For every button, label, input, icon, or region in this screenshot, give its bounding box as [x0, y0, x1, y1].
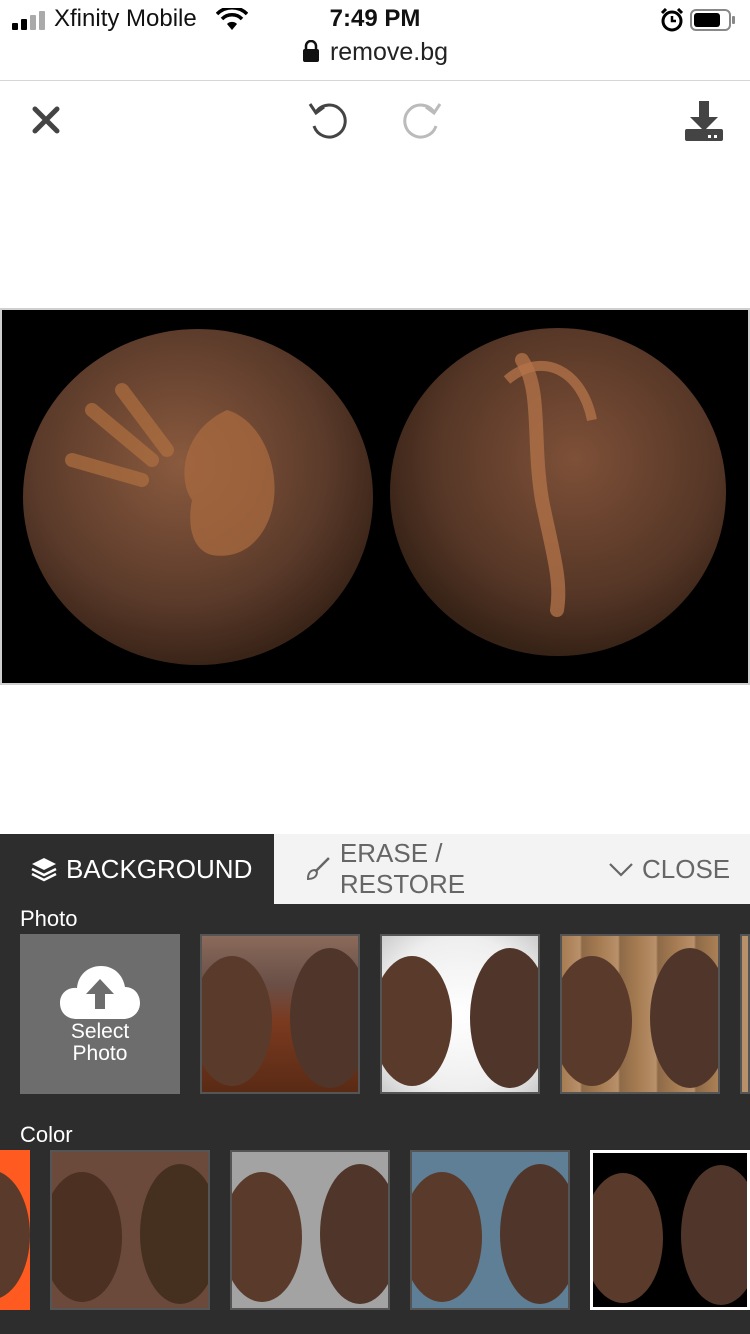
color-swatch-gray[interactable] — [230, 1150, 390, 1310]
tab-background[interactable]: BACKGROUND — [0, 834, 274, 904]
color-swatch-orange[interactable] — [0, 1150, 30, 1310]
url-bar[interactable]: remove.bg — [0, 38, 750, 67]
url-text: remove.bg — [329, 38, 449, 66]
edit-panel: BACKGROUND ERASE / RESTORE CLOSE Photo S… — [0, 834, 750, 1334]
download-icon[interactable] — [680, 98, 728, 144]
close-icon[interactable] — [26, 100, 66, 140]
tab-close-label: CLOSE — [642, 853, 731, 884]
tab-erase-label: ERASE / RESTORE — [339, 838, 466, 899]
background-thumb-wood[interactable] — [560, 934, 720, 1094]
cloud-upload-icon — [60, 966, 140, 1019]
tab-erase-restore[interactable]: ERASE / RESTORE — [274, 834, 574, 904]
background-thumb-brick[interactable] — [200, 934, 360, 1094]
tab-background-label: BACKGROUND — [66, 853, 253, 884]
select-photo-button[interactable]: Select Photo — [20, 934, 180, 1094]
color-swatch-brown[interactable] — [50, 1150, 210, 1310]
battery-icon — [690, 9, 735, 31]
color-section-label: Color — [20, 1122, 73, 1147]
coins-image — [23, 328, 726, 665]
layers-icon — [31, 858, 57, 882]
select-photo-line2: Photo — [72, 1042, 128, 1065]
status-bar: Xfinity Mobile 7:49 PM remove.bg — [0, 0, 750, 66]
photo-section-label: Photo — [20, 906, 78, 931]
tab-close[interactable]: CLOSE — [574, 834, 750, 904]
lock-icon — [302, 40, 319, 62]
background-thumb-more[interactable] — [740, 934, 750, 1094]
redo-icon[interactable] — [398, 98, 444, 144]
clock: 7:49 PM — [329, 5, 421, 32]
image-preview[interactable] — [0, 308, 750, 685]
undo-icon[interactable] — [306, 98, 352, 144]
alarm-icon — [660, 8, 684, 32]
color-swatch-black-selected[interactable] — [590, 1150, 750, 1310]
divider — [0, 80, 750, 81]
chevron-down-icon — [609, 863, 633, 877]
brush-icon — [306, 857, 330, 880]
select-photo-line1: Select — [70, 1020, 130, 1043]
background-thumb-white[interactable] — [380, 934, 540, 1094]
color-swatch-blue[interactable] — [410, 1150, 570, 1310]
panel-tabs: BACKGROUND ERASE / RESTORE CLOSE — [0, 834, 750, 904]
